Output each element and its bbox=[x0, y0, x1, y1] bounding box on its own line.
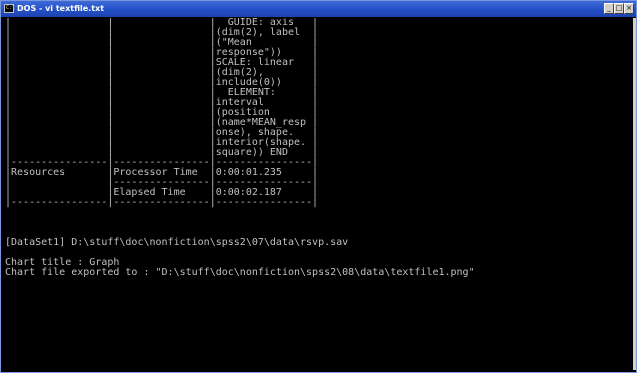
maximize-button[interactable]: □ bbox=[614, 3, 624, 14]
minimize-button[interactable]: _ bbox=[604, 3, 614, 14]
console-app-icon[interactable]: C:\ bbox=[4, 4, 15, 13]
console-line: |----------------|----------------|-----… bbox=[5, 197, 319, 208]
console-line: Chart file exported to : "D:\stuff\doc\n… bbox=[5, 267, 475, 278]
close-button[interactable]: × bbox=[624, 3, 634, 14]
window-title: DOS - vi textfile.txt bbox=[17, 4, 105, 13]
vertical-scrollbar[interactable] bbox=[633, 18, 636, 370]
title-bar[interactable]: C:\ DOS - vi textfile.txt _ □ × bbox=[1, 1, 636, 17]
console-output[interactable]: | | | GUIDE: axis | | | |(dim(2), label |… bbox=[5, 18, 633, 370]
console-line: [DataSet1] D:\stuff\doc\nonfiction\spss2… bbox=[5, 237, 349, 248]
console-text: | | | GUIDE: axis | | | |(dim(2), label |… bbox=[5, 18, 633, 278]
console-window: C:\ DOS - vi textfile.txt _ □ × | | | GU… bbox=[0, 0, 637, 373]
